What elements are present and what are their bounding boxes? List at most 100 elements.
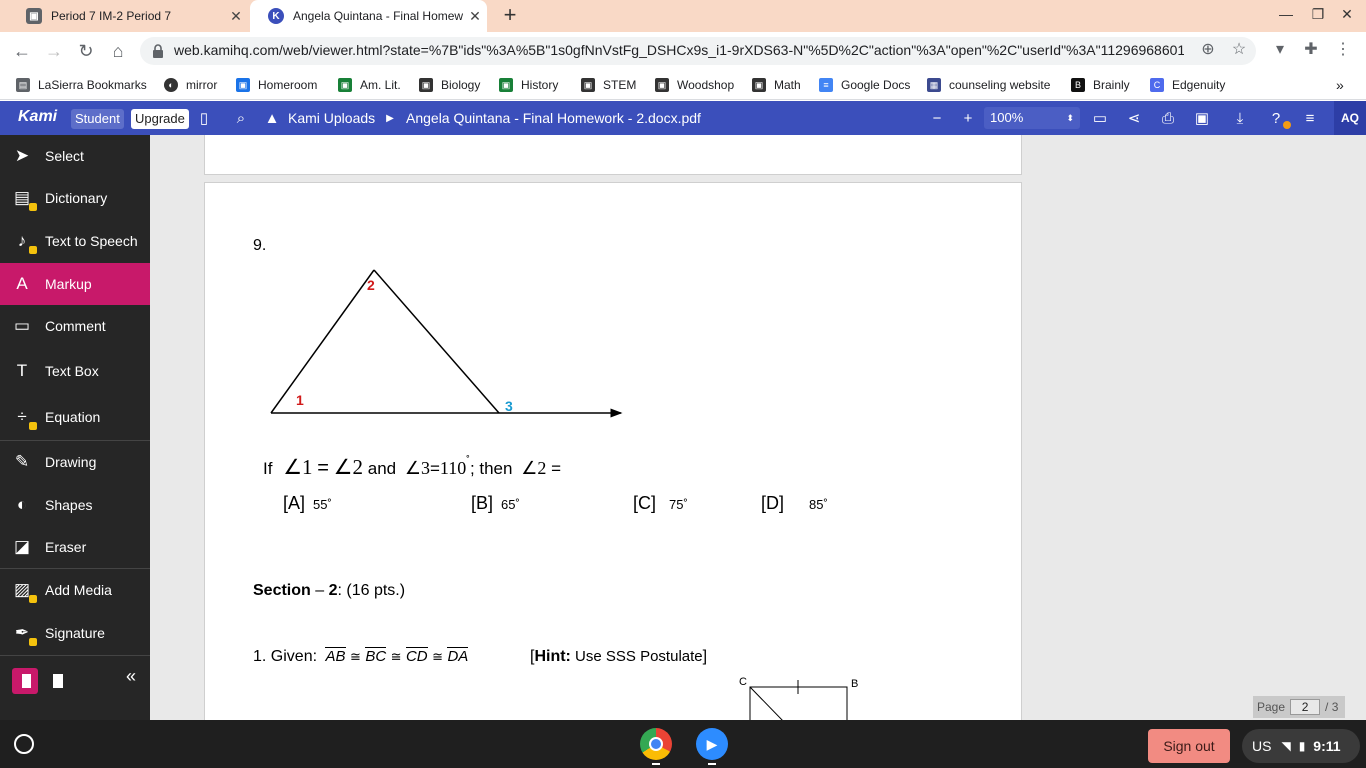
classroom-icon: ▣ xyxy=(581,78,595,92)
close-window-icon[interactable]: ✕ xyxy=(1337,6,1357,26)
speech-icon: ♪ xyxy=(11,230,37,254)
zoom-select[interactable]: 100% ⬍ xyxy=(984,107,1080,129)
tool-drawing[interactable]: ✎ Drawing xyxy=(0,441,150,483)
book-icon: ▤ xyxy=(11,187,37,211)
wifi-icon: ◥ xyxy=(1281,739,1291,753)
vertex-c-label: C xyxy=(739,676,747,688)
print-icon[interactable]: ⎙ xyxy=(1158,109,1178,129)
install-icon[interactable]: ⊕ xyxy=(1198,40,1218,60)
zoom-app-icon[interactable]: ▶ xyxy=(696,728,728,760)
share-icon[interactable]: ⋖ xyxy=(1124,109,1144,129)
back-icon[interactable]: ← xyxy=(10,40,34,62)
kami-logo[interactable]: Kami xyxy=(18,108,57,126)
bookmark-item[interactable]: ▣ History xyxy=(499,76,558,94)
tool-comment[interactable]: ▭ Comment xyxy=(0,305,150,347)
tool-select[interactable]: ➤ Select xyxy=(0,135,150,177)
avatar[interactable]: AQ xyxy=(1334,101,1366,135)
sign-out-button[interactable]: Sign out xyxy=(1148,729,1230,763)
reload-icon[interactable]: ↻ xyxy=(74,40,98,62)
status-tray[interactable]: US ◥ ▮ 9:11 xyxy=(1242,729,1360,763)
close-tab-icon[interactable]: ✕ xyxy=(463,8,487,25)
text-icon: T xyxy=(16,361,28,380)
layout-mode-left-button[interactable] xyxy=(12,668,38,694)
tool-signature[interactable]: ✒ Signature xyxy=(0,612,150,654)
lock-badge-icon xyxy=(29,422,37,430)
bookmark-item[interactable]: ▣ STEM xyxy=(581,76,636,94)
menu-dots-icon[interactable]: ⋮ xyxy=(1333,40,1353,60)
close-tab-icon[interactable]: ✕ xyxy=(224,8,248,25)
tab-period-7[interactable]: ▣ Period 7 IM-2 Period 7 ✕ xyxy=(8,0,248,32)
tool-equation[interactable]: ÷ Equation xyxy=(0,396,150,438)
tool-shapes[interactable]: ◐ Shapes xyxy=(0,484,150,526)
bookmark-item[interactable]: ≡ Google Docs xyxy=(819,76,910,94)
bookmark-item[interactable]: B Brainly xyxy=(1071,76,1130,94)
breadcrumb-folder[interactable]: Kami Uploads xyxy=(288,110,375,126)
tool-markup[interactable]: A Markup xyxy=(0,263,150,305)
bookmark-item[interactable]: ▤ LaSierra Bookmarks xyxy=(16,76,147,94)
hamburger-menu-icon[interactable]: ≡ xyxy=(1300,109,1320,129)
tool-text-to-speech[interactable]: ♪ Text to Speech xyxy=(0,220,150,262)
folder-icon: ▤ xyxy=(16,78,30,92)
choice-a: [A] 55˚ xyxy=(283,493,332,513)
bookmark-item[interactable]: ▣ Biology xyxy=(419,76,480,94)
new-tab-button[interactable]: + xyxy=(498,4,522,28)
forward-icon[interactable]: → xyxy=(42,40,66,62)
sidebar-toggle-icon[interactable]: ▯ xyxy=(194,109,214,129)
page-number-input[interactable]: 2 xyxy=(1290,699,1321,715)
given-statement: 1. Given: AB ≅ BC ≅ CD ≅ DA xyxy=(253,647,469,665)
minimize-icon[interactable]: — xyxy=(1276,6,1296,26)
classroom-icon: ▣ xyxy=(26,8,42,24)
running-indicator xyxy=(708,763,716,765)
bookmark-item[interactable]: ◐ mirror xyxy=(164,76,217,94)
eraser-icon: ◪ xyxy=(13,537,31,556)
running-indicator xyxy=(652,763,660,765)
bookmark-item[interactable]: ▦ counseling website xyxy=(927,76,1050,94)
classroom-icon: ▣ xyxy=(499,78,513,92)
tool-text-box[interactable]: T Text Box xyxy=(0,350,150,392)
docs-icon: ≡ xyxy=(819,78,833,92)
chrome-app-icon[interactable] xyxy=(640,728,672,760)
lock-badge-icon xyxy=(29,595,37,603)
layout-mode-right-button[interactable] xyxy=(43,668,69,694)
extension-cup-icon[interactable]: ▾ xyxy=(1270,40,1290,60)
open-folder-icon[interactable]: ▭ xyxy=(1090,109,1110,129)
tool-eraser[interactable]: ◪ Eraser xyxy=(0,526,150,568)
collapse-sidebar-icon[interactable]: « xyxy=(126,666,136,687)
document-canvas[interactable]: 9. 2 1 3 If ∠1 = ∠2 and ∠3=110˚; then ∠2… xyxy=(150,135,1366,720)
bookmark-item[interactable]: ▣ Woodshop xyxy=(655,76,734,94)
zoom-in-icon[interactable]: + xyxy=(958,109,978,129)
extensions-puzzle-icon[interactable]: ✚ xyxy=(1301,40,1321,60)
question-9-statement: If ∠1 = ∠2 and ∠3=110˚; then ∠2 = xyxy=(263,455,562,479)
bookmark-item[interactable]: C Edgenuity xyxy=(1150,76,1225,94)
launcher-icon[interactable] xyxy=(14,734,34,754)
home-icon[interactable]: ⌂ xyxy=(106,40,130,62)
url-text[interactable]: web.kamihq.com/web/viewer.html?state=%7B… xyxy=(174,42,1184,58)
choice-d: [D] 85˚ xyxy=(761,493,828,513)
restore-icon[interactable]: ❐ xyxy=(1308,6,1328,26)
download-icon[interactable]: ⤓ xyxy=(1230,109,1250,129)
bookmark-item[interactable]: ▣ Am. Lit. xyxy=(338,76,401,94)
tab-kami-document[interactable]: K Angela Quintana - Final Homew ✕ xyxy=(250,0,487,32)
brush-icon: ✎ xyxy=(14,452,30,471)
cursor-icon: ➤ xyxy=(14,146,30,165)
bookmark-star-icon[interactable]: ☆ xyxy=(1229,40,1249,60)
breadcrumb-file: Angela Quintana - Final Homework - 2.doc… xyxy=(406,110,701,126)
bookmark-item[interactable]: ▣ Homeroom xyxy=(236,76,317,94)
tool-dictionary[interactable]: ▤ Dictionary xyxy=(0,177,150,219)
drive-icon: ▲ xyxy=(264,110,280,127)
bookmark-item[interactable]: ▣ Math xyxy=(752,76,801,94)
student-badge: Student xyxy=(71,109,124,129)
section-heading: Section – 2: (16 pts.) xyxy=(253,582,406,599)
zoom-out-icon[interactable]: − xyxy=(927,109,947,129)
triangle-right-side xyxy=(373,269,500,414)
upgrade-button[interactable]: Upgrade xyxy=(131,109,189,129)
pen-icon: ✒ xyxy=(11,622,37,646)
save-icon[interactable]: ▣ xyxy=(1192,109,1212,129)
more-bookmarks-icon[interactable]: » xyxy=(1336,76,1344,94)
divide-icon: ÷ xyxy=(11,406,37,430)
current-page[interactable]: 9. 2 1 3 If ∠1 = ∠2 and ∠3=110˚; then ∠2… xyxy=(204,182,1022,720)
tab-title: Period 7 IM-2 Period 7 xyxy=(51,9,172,23)
search-icon[interactable]: ⌕ xyxy=(231,109,251,129)
tool-add-media[interactable]: ▨ Add Media xyxy=(0,569,150,611)
breadcrumb-arrow-icon: ▶ xyxy=(386,113,394,124)
